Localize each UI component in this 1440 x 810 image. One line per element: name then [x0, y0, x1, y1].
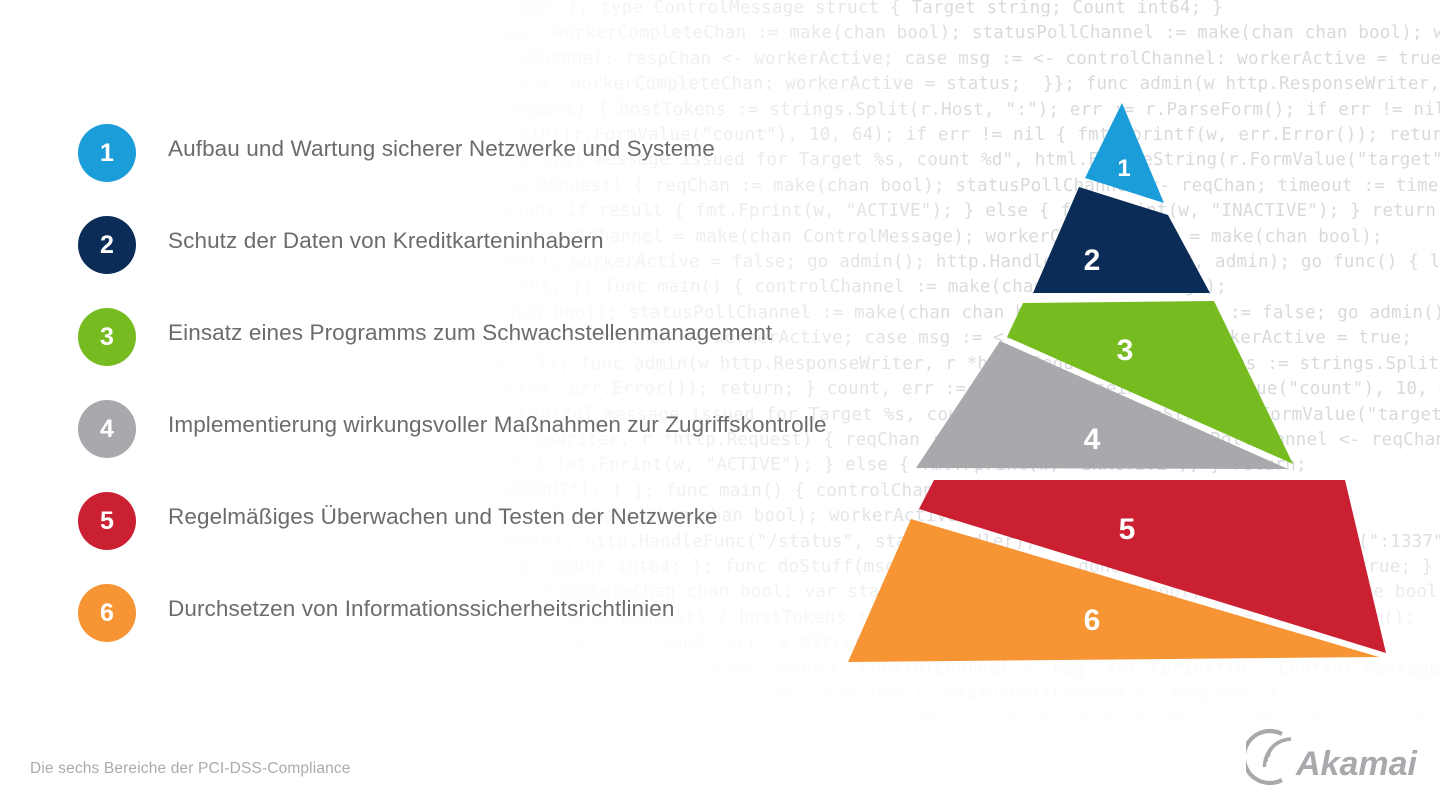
- list-label-4: Implementierung wirkungsvoller Maßnahmen…: [168, 412, 827, 437]
- code-line: select { case respChan := <- statusPollC…: [20, 785, 1384, 806]
- list-item: 2 Schutz der Daten von Kreditkarteninhab…: [78, 204, 958, 296]
- list-label-5: Regelmäßiges Überwachen und Testen der N…: [168, 504, 718, 529]
- list-badge-1: 1: [78, 124, 136, 182]
- footer-caption: Die sechs Bereiche der PCI-DSS-Complianc…: [30, 760, 351, 777]
- code-line: controlChannel := make(chan ControlMessa…: [70, 23, 1440, 44]
- list-item: 6 Durchsetzen von Informationssicherheit…: [78, 572, 958, 664]
- list-label-2: Schutz der Daten von Kreditkarteninhaber…: [168, 228, 604, 253]
- pyramid-number-3: 3: [1117, 334, 1134, 367]
- list-item: 1 Aufbau und Wartung sicherer Netzwerke …: [78, 112, 958, 204]
- pyramid-layer-3: [1007, 301, 1293, 464]
- akamai-logo: Akamai: [1246, 728, 1418, 786]
- list-item: 5 Regelmäßiges Überwachen und Testen der…: [78, 480, 958, 572]
- pyramid-number-4: 4: [1084, 423, 1101, 456]
- code-line: chan string; respChan chan chan "cmd" };…: [160, 0, 1223, 18]
- list-label-1: Aufbau und Wartung sicherer Netzwerke un…: [168, 136, 715, 161]
- list-badge-5: 5: [78, 492, 136, 550]
- list-badge-6: 6: [78, 584, 136, 642]
- list-label-6: Durchsetzen von Informationssicherheitsr…: [168, 596, 675, 621]
- list-item: 4 Implementierung wirkungsvoller Maßnahm…: [78, 388, 958, 480]
- infographic-canvas: chan string; respChan chan chan "cmd" };…: [0, 0, 1440, 810]
- code-line: go func() { for { select { case respChan…: [50, 734, 1440, 755]
- pyramid-layer-2: [1033, 187, 1210, 293]
- requirements-list: 1 Aufbau und Wartung sicherer Netzwerke …: [78, 112, 958, 664]
- list-badge-4: 4: [78, 400, 136, 458]
- pyramid-number-5: 5: [1119, 513, 1136, 546]
- code-line: select { case respChan := <- statusPollC…: [110, 48, 1440, 69]
- akamai-wordmark: Akamai: [1295, 745, 1418, 783]
- pyramid-layer-4: [916, 341, 1288, 469]
- code-line: go doStuff(msg, workerCompleteChan); cas…: [0, 74, 1440, 95]
- list-badge-2: 2: [78, 216, 136, 274]
- pyramid-layer-5: [919, 480, 1386, 653]
- pyramid-layer-1: [1085, 103, 1164, 203]
- list-label-3: Einsatz eines Programms zum Schwachstell…: [168, 320, 773, 345]
- list-badge-3: 3: [78, 308, 136, 366]
- pyramid-number-2: 2: [1084, 244, 1101, 277]
- code-line: func statusHandler(w http.ResponseWriter…: [0, 683, 1279, 704]
- pyramid-number-6: 6: [1084, 604, 1101, 637]
- pyramid-number-1: 1: [1117, 155, 1130, 182]
- akamai-swoosh-icon: [1246, 728, 1292, 786]
- list-item: 3 Einsatz eines Programms zum Schwachste…: [78, 296, 958, 388]
